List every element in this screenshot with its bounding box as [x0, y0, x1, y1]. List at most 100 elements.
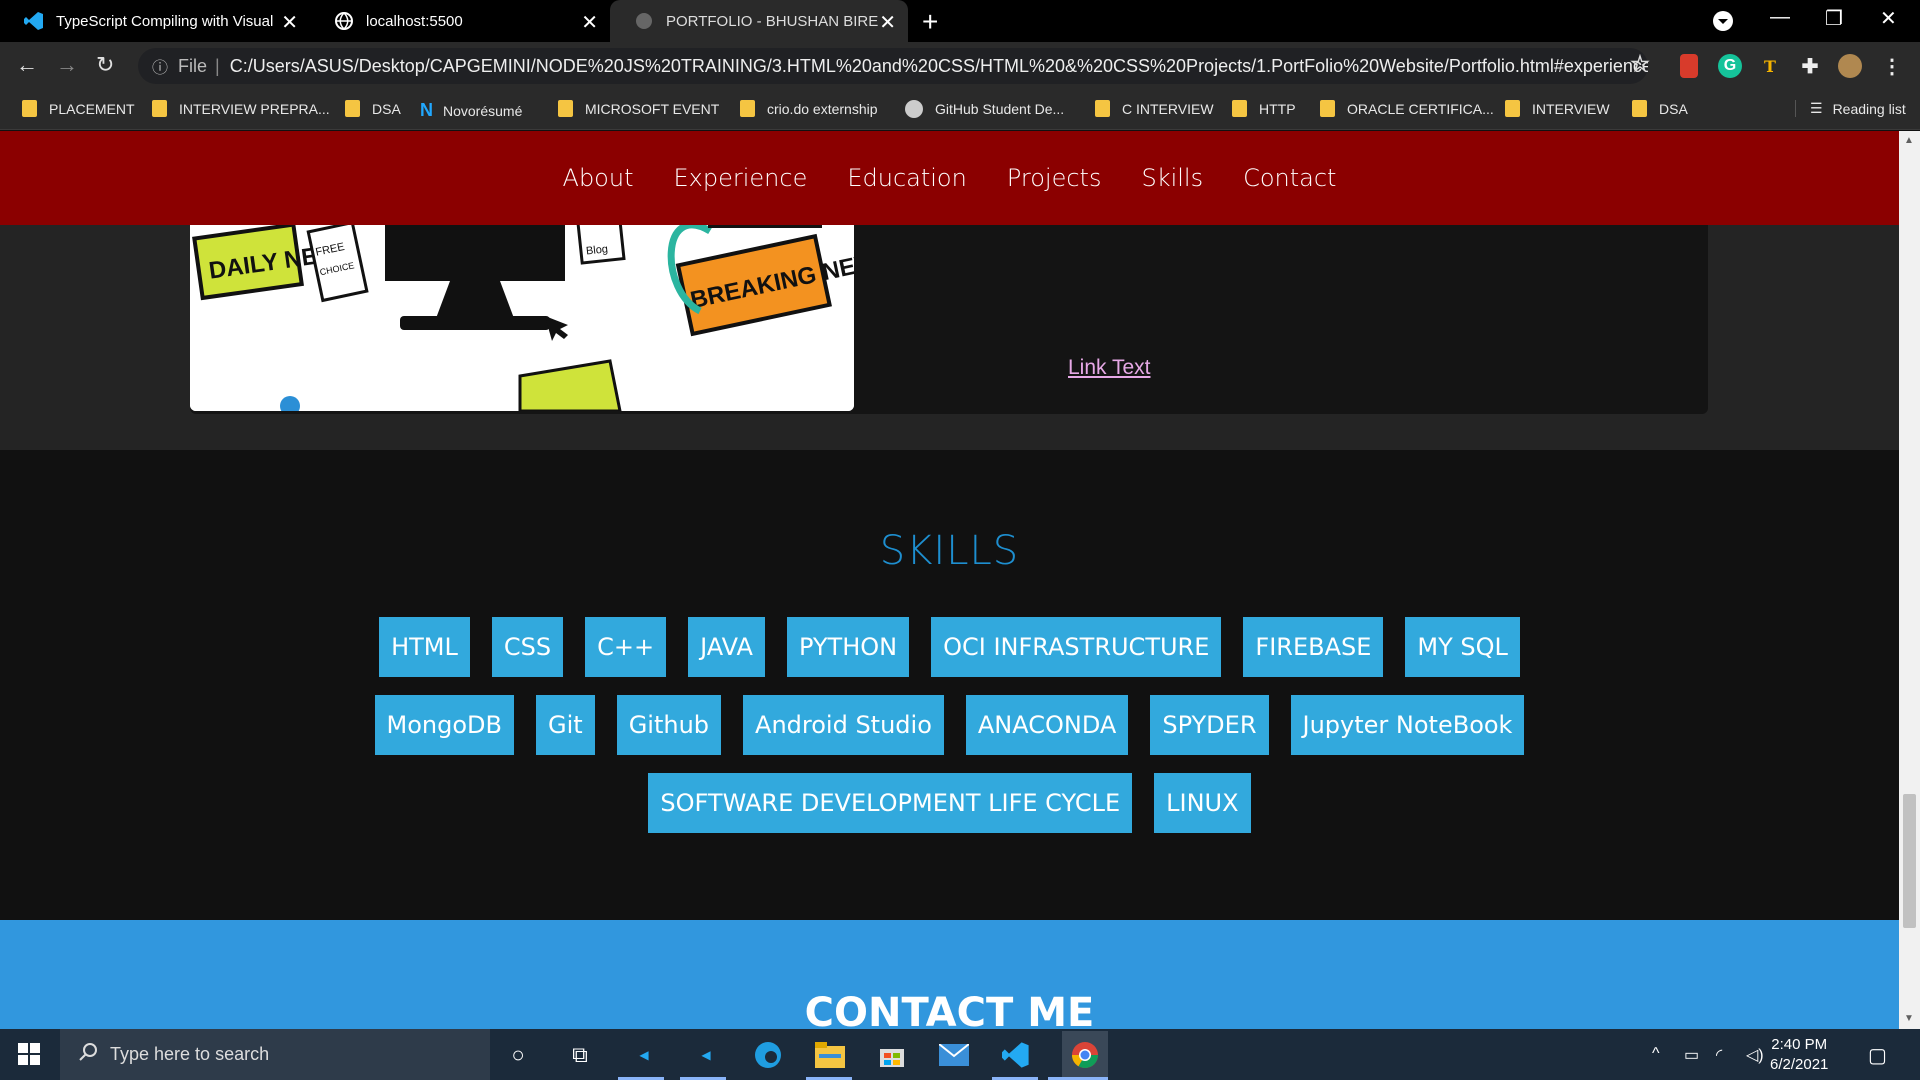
info-icon[interactable]: ⓘ	[152, 54, 168, 78]
system-clock[interactable]: 2:40 PM 6/2/2021	[1770, 1035, 1828, 1075]
skills-section: SKILLS HTML CSS C++ JAVA PYTHON OCI INFR…	[0, 450, 1899, 920]
close-icon[interactable]: ✕	[879, 10, 896, 35]
browser-tab-bar: TypeScript Compiling with Visual ✕ local…	[0, 0, 1920, 42]
vscode-taskbar-icon[interactable]: ◀	[628, 1039, 660, 1071]
bookmark-item[interactable]: HTTP	[1232, 100, 1296, 117]
scroll-up-icon[interactable]: ▲	[1904, 135, 1914, 146]
skill-badge: Github	[616, 695, 722, 755]
browser-toolbar: ← → ↻ ⓘ File | C:/Users/ASUS/Desktop/CAP…	[0, 42, 1920, 90]
bookmark-item[interactable]: crio.do externship	[740, 100, 878, 117]
mail-icon[interactable]	[938, 1039, 970, 1071]
menu-kebab-icon[interactable]: ⋮	[1880, 54, 1904, 78]
nav-contact[interactable]: Contact	[1243, 164, 1336, 192]
battery-icon[interactable]: ▭	[1684, 1045, 1699, 1065]
clock-time: 2:40 PM	[1771, 1036, 1828, 1053]
bookmark-item[interactable]: ORACLE CERTIFICA...	[1320, 100, 1494, 117]
bookmark-item[interactable]: C INTERVIEW	[1095, 100, 1214, 117]
bookmark-item[interactable]: PLACEMENT	[22, 100, 135, 117]
skill-badge: OCI INFRASTRUCTURE	[931, 617, 1222, 677]
nav-skills[interactable]: Skills	[1141, 164, 1203, 192]
bookmark-label: INTERVIEW	[1532, 100, 1610, 117]
folder-icon	[22, 100, 37, 117]
vscode-icon[interactable]	[1000, 1039, 1032, 1071]
bookmark-item[interactable]: MICROSOFT EVENT	[558, 100, 719, 117]
bookmarks-bar: PLACEMENT INTERVIEW PREPRA... DSA N Novor…	[0, 90, 1920, 130]
file-explorer-icon[interactable]	[814, 1039, 846, 1071]
close-icon[interactable]: ✕	[281, 10, 298, 35]
nav-projects[interactable]: Projects	[1007, 164, 1102, 192]
skills-row: SOFTWARE DEVELOPMENT LIFE CYCLE LINUX	[0, 773, 1899, 833]
bookmark-item[interactable]: INTERVIEW	[1505, 100, 1610, 117]
volume-icon[interactable]: ◁)	[1746, 1045, 1764, 1065]
tab-title: TypeScript Compiling with Visual	[56, 12, 274, 30]
skill-badge: SOFTWARE DEVELOPMENT LIFE CYCLE	[648, 773, 1133, 833]
notifications-icon[interactable]: ▢	[1868, 1043, 1887, 1068]
nav-about[interactable]: About	[563, 164, 634, 192]
tab-typescript[interactable]: TypeScript Compiling with Visual ✕	[0, 0, 310, 42]
show-hidden-icons-icon[interactable]: ^	[1652, 1045, 1660, 1063]
bookmark-item[interactable]: DSA	[345, 100, 401, 117]
close-icon[interactable]: ✕	[581, 10, 598, 35]
tab-localhost[interactable]: localhost:5500 ✕	[310, 0, 610, 42]
bookmark-label: crio.do externship	[767, 100, 878, 117]
forward-icon[interactable]: →	[56, 52, 78, 78]
vscode-icon	[24, 11, 44, 31]
nav-education[interactable]: Education	[847, 164, 966, 192]
profile-dropdown-icon[interactable]	[1712, 10, 1734, 38]
bookmark-item[interactable]: INTERVIEW PREPRA...	[152, 100, 330, 117]
task-view-icon[interactable]: ⧉	[564, 1039, 596, 1071]
skill-badge: MY SQL	[1405, 617, 1520, 677]
extension-red-icon[interactable]	[1680, 54, 1698, 78]
page-icon	[634, 11, 654, 31]
project-link[interactable]: Link Text	[1068, 356, 1151, 380]
wifi-icon[interactable]: ◜	[1716, 1045, 1722, 1065]
skill-badge: ANACONDA	[965, 695, 1129, 755]
minimize-icon[interactable]: —	[1770, 6, 1790, 29]
windows-start-icon[interactable]	[18, 1043, 40, 1070]
search-placeholder: Type here to search	[110, 1044, 270, 1064]
bookmark-label: DSA	[1659, 100, 1688, 117]
back-icon[interactable]: ←	[16, 52, 38, 78]
edge-icon[interactable]	[752, 1039, 784, 1071]
skill-badge: PYTHON	[786, 617, 910, 677]
scroll-down-icon[interactable]: ▼	[1904, 1013, 1914, 1024]
scheme-label: File	[178, 55, 208, 76]
reading-list[interactable]: ☰ Reading list	[1795, 100, 1906, 117]
restore-icon[interactable]: ❐	[1825, 6, 1843, 31]
extension-t-icon[interactable]: T	[1758, 54, 1782, 78]
bookmark-item[interactable]: N Novorésumé	[420, 100, 522, 121]
new-tab-icon[interactable]: +	[922, 6, 938, 38]
extensions-puzzle-icon[interactable]: ✚	[1798, 54, 1822, 78]
search-icon	[78, 1042, 98, 1067]
tab-title: localhost:5500	[366, 12, 463, 30]
skill-badge: CSS	[491, 617, 564, 677]
store-icon[interactable]	[876, 1039, 908, 1071]
cortana-icon[interactable]: ○	[502, 1039, 534, 1071]
star-icon[interactable]: ☆	[1628, 51, 1652, 76]
folder-icon	[1320, 100, 1335, 117]
window-close-icon[interactable]: ✕	[1880, 6, 1897, 31]
vscode-taskbar-icon[interactable]: ◀	[690, 1039, 722, 1071]
grammarly-icon[interactable]: G	[1718, 54, 1742, 78]
address-bar[interactable]: ⓘ File | C:/Users/ASUS/Desktop/CAPGEMINI…	[138, 48, 1648, 84]
page-scrollbar[interactable]: ▲ ▼	[1899, 131, 1920, 1029]
bookmark-label: MICROSOFT EVENT	[585, 100, 720, 117]
folder-icon	[345, 100, 360, 117]
scrollbar-thumb[interactable]	[1903, 794, 1916, 928]
avatar[interactable]	[1838, 54, 1862, 78]
nav-experience[interactable]: Experience	[674, 164, 808, 192]
skills-row: MongoDB Git Github Android Studio ANACON…	[0, 695, 1899, 755]
skill-badge: JAVA	[688, 617, 765, 677]
skill-badge: Git	[536, 695, 595, 755]
tab-portfolio[interactable]: PORTFOLIO - BHUSHAN BIRE ✕	[610, 0, 908, 42]
chrome-icon[interactable]	[1062, 1031, 1108, 1079]
site-navbar: About Experience Education Projects Skil…	[0, 131, 1899, 225]
reload-icon[interactable]: ↻	[96, 52, 114, 78]
bookmark-label: DSA	[372, 100, 401, 117]
folder-icon	[152, 100, 167, 117]
page-viewport: About Experience Education Projects Skil…	[0, 131, 1899, 1029]
windows-taskbar: Type here to search ○ ⧉ ◀ ◀ ^ ▭ ◜ ◁) 2:4…	[0, 1029, 1920, 1080]
taskbar-search[interactable]: Type here to search	[60, 1029, 490, 1080]
bookmark-item[interactable]: DSA	[1632, 100, 1688, 117]
bookmark-item[interactable]: GitHub Student De...	[905, 100, 1064, 118]
